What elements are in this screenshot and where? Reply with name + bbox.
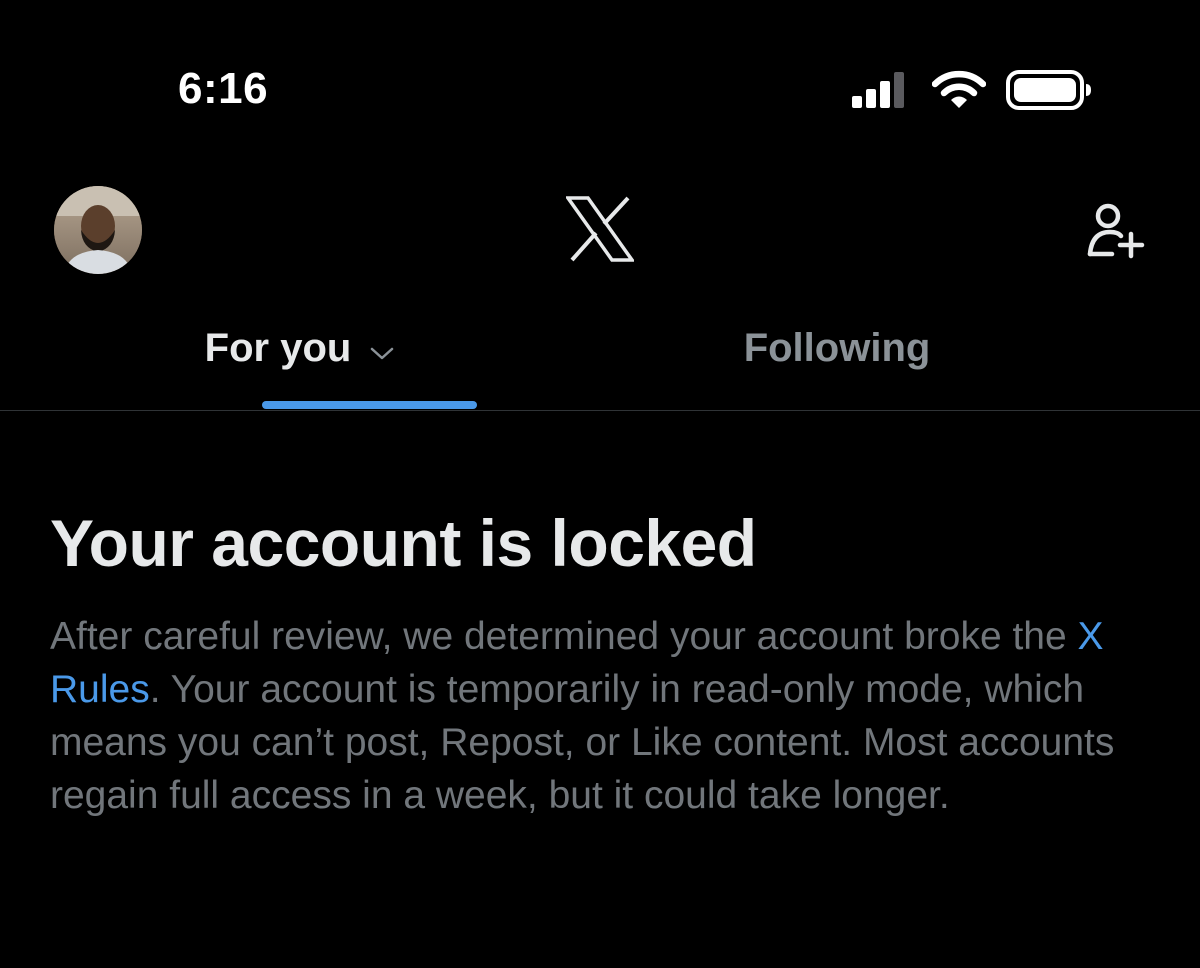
account-locked-notice: Your account is locked After careful rev… — [50, 500, 1160, 822]
add-user-icon[interactable] — [1086, 200, 1146, 260]
x-logo-icon — [566, 196, 634, 262]
tab-following[interactable]: Following — [537, 300, 1137, 410]
avatar[interactable] — [54, 186, 142, 274]
avatar-photo — [54, 186, 142, 274]
tab-for-you-label: For you — [204, 326, 352, 370]
tab-following-label: Following — [743, 326, 931, 370]
notice-body: After careful review, we determined your… — [50, 610, 1150, 822]
battery-icon — [1006, 70, 1091, 110]
chevron-down-icon[interactable] — [369, 346, 395, 362]
cellular-signal-icon — [852, 72, 904, 108]
notice-body-prefix: After careful review, we determined your… — [50, 615, 1078, 658]
wifi-icon — [932, 70, 986, 108]
active-tab-indicator — [262, 401, 477, 409]
status-icons — [852, 70, 1092, 110]
app-screen: 6:16 For you Following Your account is l… — [0, 0, 1200, 968]
timeline-tabs: For you Following — [0, 300, 1200, 411]
tab-for-you[interactable]: For you — [0, 300, 600, 410]
notice-body-suffix: . Your account is temporarily in read-on… — [50, 668, 1115, 817]
notice-title: Your account is locked — [50, 506, 757, 580]
status-bar: 6:16 — [0, 0, 1200, 170]
top-nav — [0, 170, 1200, 300]
status-time: 6:16 — [178, 64, 269, 113]
